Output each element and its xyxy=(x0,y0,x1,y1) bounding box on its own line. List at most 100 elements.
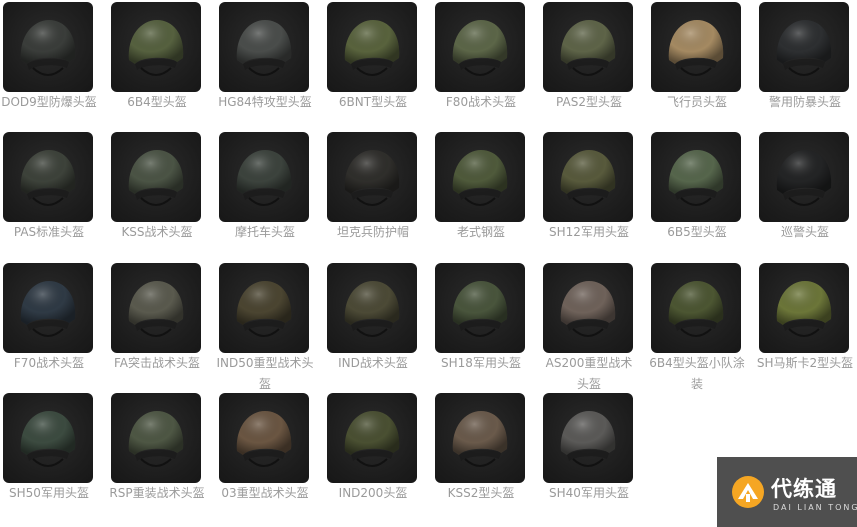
helmet-label: F80战术头盔 xyxy=(445,95,517,109)
watermark-title: 代练通 xyxy=(771,477,837,501)
helmet-thumbnail[interactable] xyxy=(111,132,201,222)
helmet-item[interactable]: F70战术头盔 xyxy=(0,261,108,391)
helmet-item[interactable]: 6BNT型头盔 xyxy=(324,0,432,130)
helmet-thumbnail[interactable] xyxy=(435,393,525,483)
helmet-thumbnail[interactable] xyxy=(219,2,309,92)
helmet-label: 6B4型头盔 xyxy=(127,95,187,109)
helmet-icon xyxy=(128,150,184,206)
helmet-thumbnail[interactable] xyxy=(327,132,417,222)
helmet-thumbnail[interactable] xyxy=(651,263,741,353)
helmet-label: IND200头盔 xyxy=(338,486,408,500)
helmet-item[interactable]: 坦克兵防护帽 xyxy=(324,130,432,260)
helmet-label: 6BNT型头盔 xyxy=(338,95,408,109)
helmet-icon xyxy=(668,281,724,337)
helmet-label: IND50重型战术头盔 xyxy=(216,356,314,391)
helmet-icon xyxy=(344,20,400,76)
helmet-icon xyxy=(20,411,76,467)
helmet-icon xyxy=(668,150,724,206)
helmet-item[interactable]: 03重型战术头盔 xyxy=(216,391,324,521)
helmet-icon xyxy=(236,411,292,467)
watermark-subtitle: DAI LIAN TONG xyxy=(773,503,857,512)
helmet-icon xyxy=(560,281,616,337)
helmet-item[interactable]: KSS2型头盔 xyxy=(432,391,540,521)
helmet-item[interactable]: PAS2型头盔 xyxy=(540,0,648,130)
helmet-thumbnail[interactable] xyxy=(543,263,633,353)
helmet-item[interactable]: AS200重型战术头盔 xyxy=(540,261,648,391)
helmet-item[interactable]: SH50军用头盔 xyxy=(0,391,108,521)
helmet-item[interactable]: IND200头盔 xyxy=(324,391,432,521)
helmet-item[interactable]: HG84特攻型头盔 xyxy=(216,0,324,130)
helmet-thumbnail[interactable] xyxy=(543,132,633,222)
helmet-icon xyxy=(236,281,292,337)
helmet-thumbnail[interactable] xyxy=(435,263,525,353)
helmet-item[interactable]: F80战术头盔 xyxy=(432,0,540,130)
helmet-label: 6B4型头盔小队涂装 xyxy=(649,356,745,391)
helmet-item[interactable]: 巡警头盔 xyxy=(756,130,857,260)
helmet-icon xyxy=(560,150,616,206)
helmet-item[interactable]: 摩托车头盔 xyxy=(216,130,324,260)
helmet-thumbnail[interactable] xyxy=(327,393,417,483)
helmet-icon xyxy=(236,150,292,206)
helmet-label: 03重型战术头盔 xyxy=(221,486,309,500)
helmet-item[interactable]: RSP重装战术头盔 xyxy=(108,391,216,521)
helmet-item[interactable]: SH马斯卡2型头盔 xyxy=(756,261,857,391)
helmet-label: IND战术头盔 xyxy=(338,356,408,370)
helmet-item[interactable]: SH18军用头盔 xyxy=(432,261,540,391)
helmet-item[interactable]: 6B5型头盔 xyxy=(648,130,756,260)
helmet-label: SH40军用头盔 xyxy=(549,486,629,500)
helmet-item[interactable]: DOD9型防爆头盔 xyxy=(0,0,108,130)
helmet-thumbnail[interactable] xyxy=(651,2,741,92)
helmet-thumbnail[interactable] xyxy=(759,2,849,92)
helmet-item[interactable]: SH40军用头盔 xyxy=(540,391,648,521)
helmet-thumbnail[interactable] xyxy=(219,263,309,353)
helmet-item[interactable]: 老式钢盔 xyxy=(432,130,540,260)
helmet-thumbnail[interactable] xyxy=(219,132,309,222)
helmet-thumbnail[interactable] xyxy=(111,393,201,483)
helmet-thumbnail[interactable] xyxy=(3,2,93,92)
helmet-item[interactable]: SH12军用头盔 xyxy=(540,130,648,260)
helmet-icon xyxy=(452,20,508,76)
helmet-item[interactable]: 6B4型头盔 xyxy=(108,0,216,130)
helmet-thumbnail[interactable] xyxy=(3,132,93,222)
helmet-icon xyxy=(452,281,508,337)
helmet-item[interactable]: 飞行员头盔 xyxy=(648,0,756,130)
helmet-item[interactable]: 6B4型头盔小队涂装 xyxy=(648,261,756,391)
helmet-thumbnail[interactable] xyxy=(111,263,201,353)
helmet-thumbnail[interactable] xyxy=(651,132,741,222)
helmet-item[interactable]: KSS战术头盔 xyxy=(108,130,216,260)
helmet-thumbnail[interactable] xyxy=(435,2,525,92)
helmet-thumbnail[interactable] xyxy=(327,263,417,353)
helmet-label: F70战术头盔 xyxy=(13,356,85,370)
watermark: 代练通 DAI LIAN TONG xyxy=(717,457,857,527)
helmet-item[interactable]: IND50重型战术头盔 xyxy=(216,261,324,391)
helmet-label: PAS2型头盔 xyxy=(556,95,622,109)
helmet-icon xyxy=(344,281,400,337)
helmet-icon xyxy=(776,20,832,76)
helmet-label: FA突击战术头盔 xyxy=(113,356,200,370)
helmet-icon xyxy=(452,150,508,206)
helmet-thumbnail[interactable] xyxy=(759,263,849,353)
helmet-thumbnail[interactable] xyxy=(327,2,417,92)
helmet-label: 飞行员头盔 xyxy=(666,95,727,109)
helmet-thumbnail[interactable] xyxy=(111,2,201,92)
helmet-item[interactable]: FA突击战术头盔 xyxy=(108,261,216,391)
helmet-label: HG84特攻型头盔 xyxy=(218,95,312,109)
helmet-icon xyxy=(236,20,292,76)
helmet-item[interactable]: PAS标准头盔 xyxy=(0,130,108,260)
helmet-thumbnail[interactable] xyxy=(3,393,93,483)
helmet-item[interactable]: 警用防暴头盔 xyxy=(756,0,857,130)
helmet-label: 坦克兵防护帽 xyxy=(336,225,409,239)
helmet-label: 摩托车头盔 xyxy=(234,225,295,239)
helmet-icon xyxy=(560,20,616,76)
helmet-thumbnail[interactable] xyxy=(759,132,849,222)
helmet-thumbnail[interactable] xyxy=(543,393,633,483)
helmet-thumbnail[interactable] xyxy=(435,132,525,222)
helmet-label: DOD9型防爆头盔 xyxy=(1,95,97,109)
helmet-thumbnail[interactable] xyxy=(219,393,309,483)
helmet-thumbnail[interactable] xyxy=(3,263,93,353)
helmet-item[interactable]: IND战术头盔 xyxy=(324,261,432,391)
helmet-icon xyxy=(128,411,184,467)
helmet-thumbnail[interactable] xyxy=(543,2,633,92)
helmet-label: AS200重型战术头盔 xyxy=(545,356,633,391)
helmet-label: SH18军用头盔 xyxy=(441,356,521,370)
